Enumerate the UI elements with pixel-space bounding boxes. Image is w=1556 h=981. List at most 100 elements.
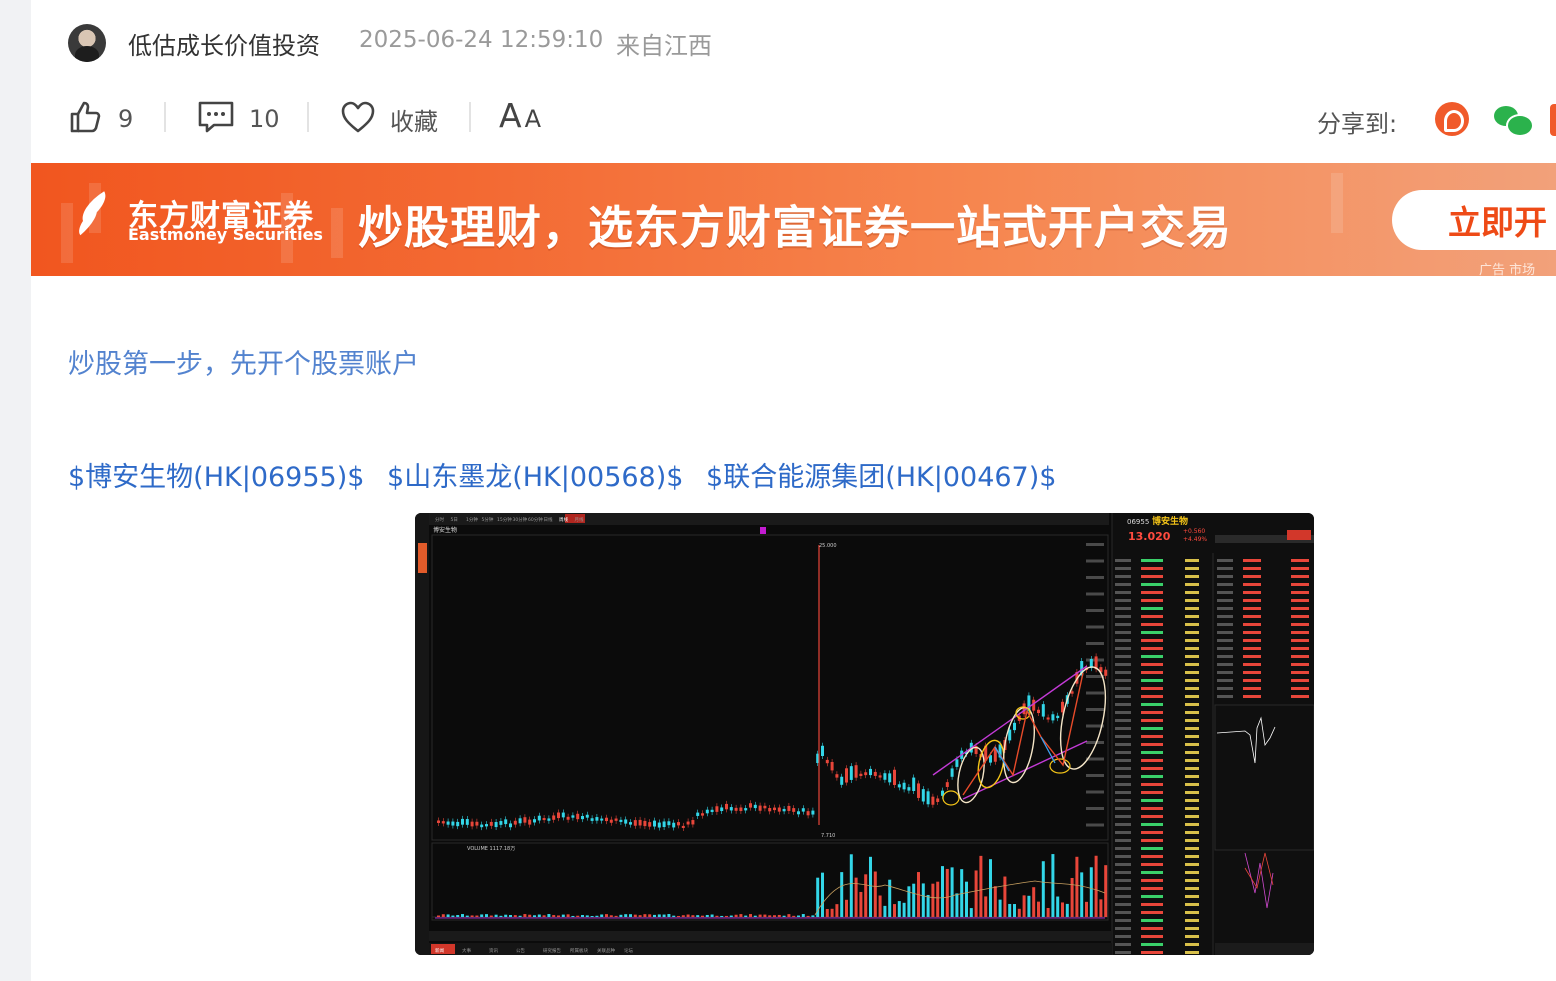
stat-value (1243, 575, 1261, 578)
quote-row-volume (1185, 943, 1199, 946)
chart-bottom-tab[interactable]: 所属板块 (570, 947, 588, 954)
quote-row-volume (1185, 687, 1199, 690)
stat-value (1291, 599, 1309, 602)
candle (806, 811, 810, 816)
volume-bar (633, 914, 637, 917)
quote-row-price (1141, 679, 1163, 682)
stat-value (1243, 671, 1261, 674)
chart-bottom-tab[interactable]: 新闻 (435, 947, 444, 954)
like-count: 9 (118, 105, 134, 133)
chart-bottom-tab[interactable]: 公告 (516, 947, 525, 954)
chart-stock-label: 博安生物 (433, 526, 457, 534)
volume-bar (657, 914, 661, 917)
volume-bar (835, 904, 839, 917)
stat-value (1291, 591, 1309, 594)
volume-bar (600, 914, 604, 917)
chart-bottom-tab[interactable]: 论坛 (624, 947, 633, 954)
quote-row-volume (1185, 639, 1199, 642)
candle (638, 819, 642, 826)
candle (489, 821, 493, 826)
chart-low-label: 7.710 (821, 833, 835, 839)
candle (777, 807, 781, 812)
chart-tab[interactable]: 15分钟 (497, 516, 512, 523)
candle (835, 774, 839, 778)
stat-value (1291, 655, 1309, 658)
chart-bottom-tab[interactable]: 资讯 (489, 947, 498, 954)
stock-chart-screenshot[interactable]: 博安生物 25.000 7.710 VOLUME 1117.18万 06955 … (415, 513, 1314, 955)
stock-tag-00467[interactable]: $联合能源集团(HK|00467)$ (706, 462, 1056, 493)
stat-label (1217, 559, 1233, 562)
candle (1051, 714, 1055, 721)
volume-bar (667, 914, 671, 917)
chart-tab[interactable]: 5日 (451, 517, 458, 523)
stat-value (1243, 615, 1261, 618)
chart-tab[interactable]: 60分钟 (528, 516, 543, 523)
wechat-share-icon[interactable] (1492, 102, 1534, 137)
chart-tab[interactable]: 月线 (575, 516, 584, 523)
chart-tab[interactable]: 5分钟 (482, 516, 494, 523)
volume-bar (1065, 903, 1069, 917)
chart-tab[interactable]: 日线 (544, 516, 553, 523)
author-name[interactable]: 低估成长价值投资 (128, 26, 320, 61)
stat-value (1243, 559, 1261, 562)
candle (792, 808, 796, 812)
weibo-share-icon[interactable] (1435, 102, 1469, 136)
ad-banner[interactable]: 东方财富证券 Eastmoney Securities 炒股理财，选东方财富证券… (31, 163, 1556, 276)
comment-button[interactable]: 10 (197, 96, 280, 142)
avatar[interactable] (68, 24, 106, 62)
share-label: 分享到: (1317, 110, 1398, 138)
candle (883, 773, 887, 780)
quote-row-label (1115, 847, 1131, 850)
quote-row-volume (1185, 863, 1199, 866)
candle (499, 821, 503, 825)
candle (1070, 691, 1074, 694)
chart-tab[interactable]: 周线 (559, 516, 568, 523)
quote-row-price (1141, 711, 1163, 714)
quote-row-label (1115, 823, 1131, 826)
chart-tab[interactable]: 分时 (435, 516, 444, 523)
post-header: 低估成长价值投资 2025-06-24 12:59:10 来自江西 (31, 0, 1556, 86)
volume-bar (720, 915, 724, 917)
volume-bar (840, 872, 844, 917)
volume-bar (624, 914, 628, 917)
chart-tab[interactable]: 30分钟 (513, 516, 528, 523)
quote-row-volume (1185, 839, 1199, 842)
stock-tag-06955[interactable]: $博安生物(HK|06955)$ (68, 462, 364, 493)
quote-row-volume (1185, 711, 1199, 714)
chart-bottom-tab[interactable]: 关联品种 (597, 947, 615, 954)
candle (470, 821, 474, 827)
quote-row-label (1115, 943, 1131, 946)
volume-bar (974, 870, 978, 917)
candle (873, 771, 877, 776)
volume-bar (969, 908, 973, 917)
quote-row-volume (1185, 951, 1199, 954)
quote-row-label (1115, 647, 1131, 650)
chart-bottom-tab[interactable]: 大事 (462, 947, 471, 954)
quote-row-price (1141, 847, 1163, 850)
chart-bottom-tab[interactable]: 研究报告 (543, 947, 561, 954)
stat-value (1243, 655, 1261, 658)
candle (830, 761, 834, 771)
quote-row-label (1115, 871, 1131, 874)
quote-row-price (1141, 695, 1163, 698)
open-account-button[interactable]: 立即开 (1392, 190, 1556, 250)
quote-row-label (1115, 743, 1131, 746)
candle (451, 821, 455, 826)
volume-bar (437, 915, 440, 917)
volume-bar (1061, 902, 1064, 917)
thumbs-up-icon (68, 99, 104, 139)
chart-tab[interactable]: 1分钟 (466, 516, 478, 523)
more-share-icon[interactable] (1550, 104, 1556, 136)
volume-bar (662, 914, 666, 917)
axis-tick (1086, 807, 1104, 810)
volume-bar (902, 902, 906, 917)
quote-row-label (1115, 623, 1131, 626)
like-button[interactable]: 9 (68, 96, 133, 142)
font-size-button[interactable]: AA (499, 96, 541, 135)
stock-tag-00568[interactable]: $山东墨龙(HK|00568)$ (387, 462, 683, 493)
open-account-link[interactable]: 炒股第一步，先开个股票账户 (68, 342, 419, 381)
quote-row-label (1115, 775, 1131, 778)
favorite-button[interactable]: 收藏 (340, 96, 438, 142)
volume-bar (537, 914, 541, 917)
candle (633, 820, 637, 826)
